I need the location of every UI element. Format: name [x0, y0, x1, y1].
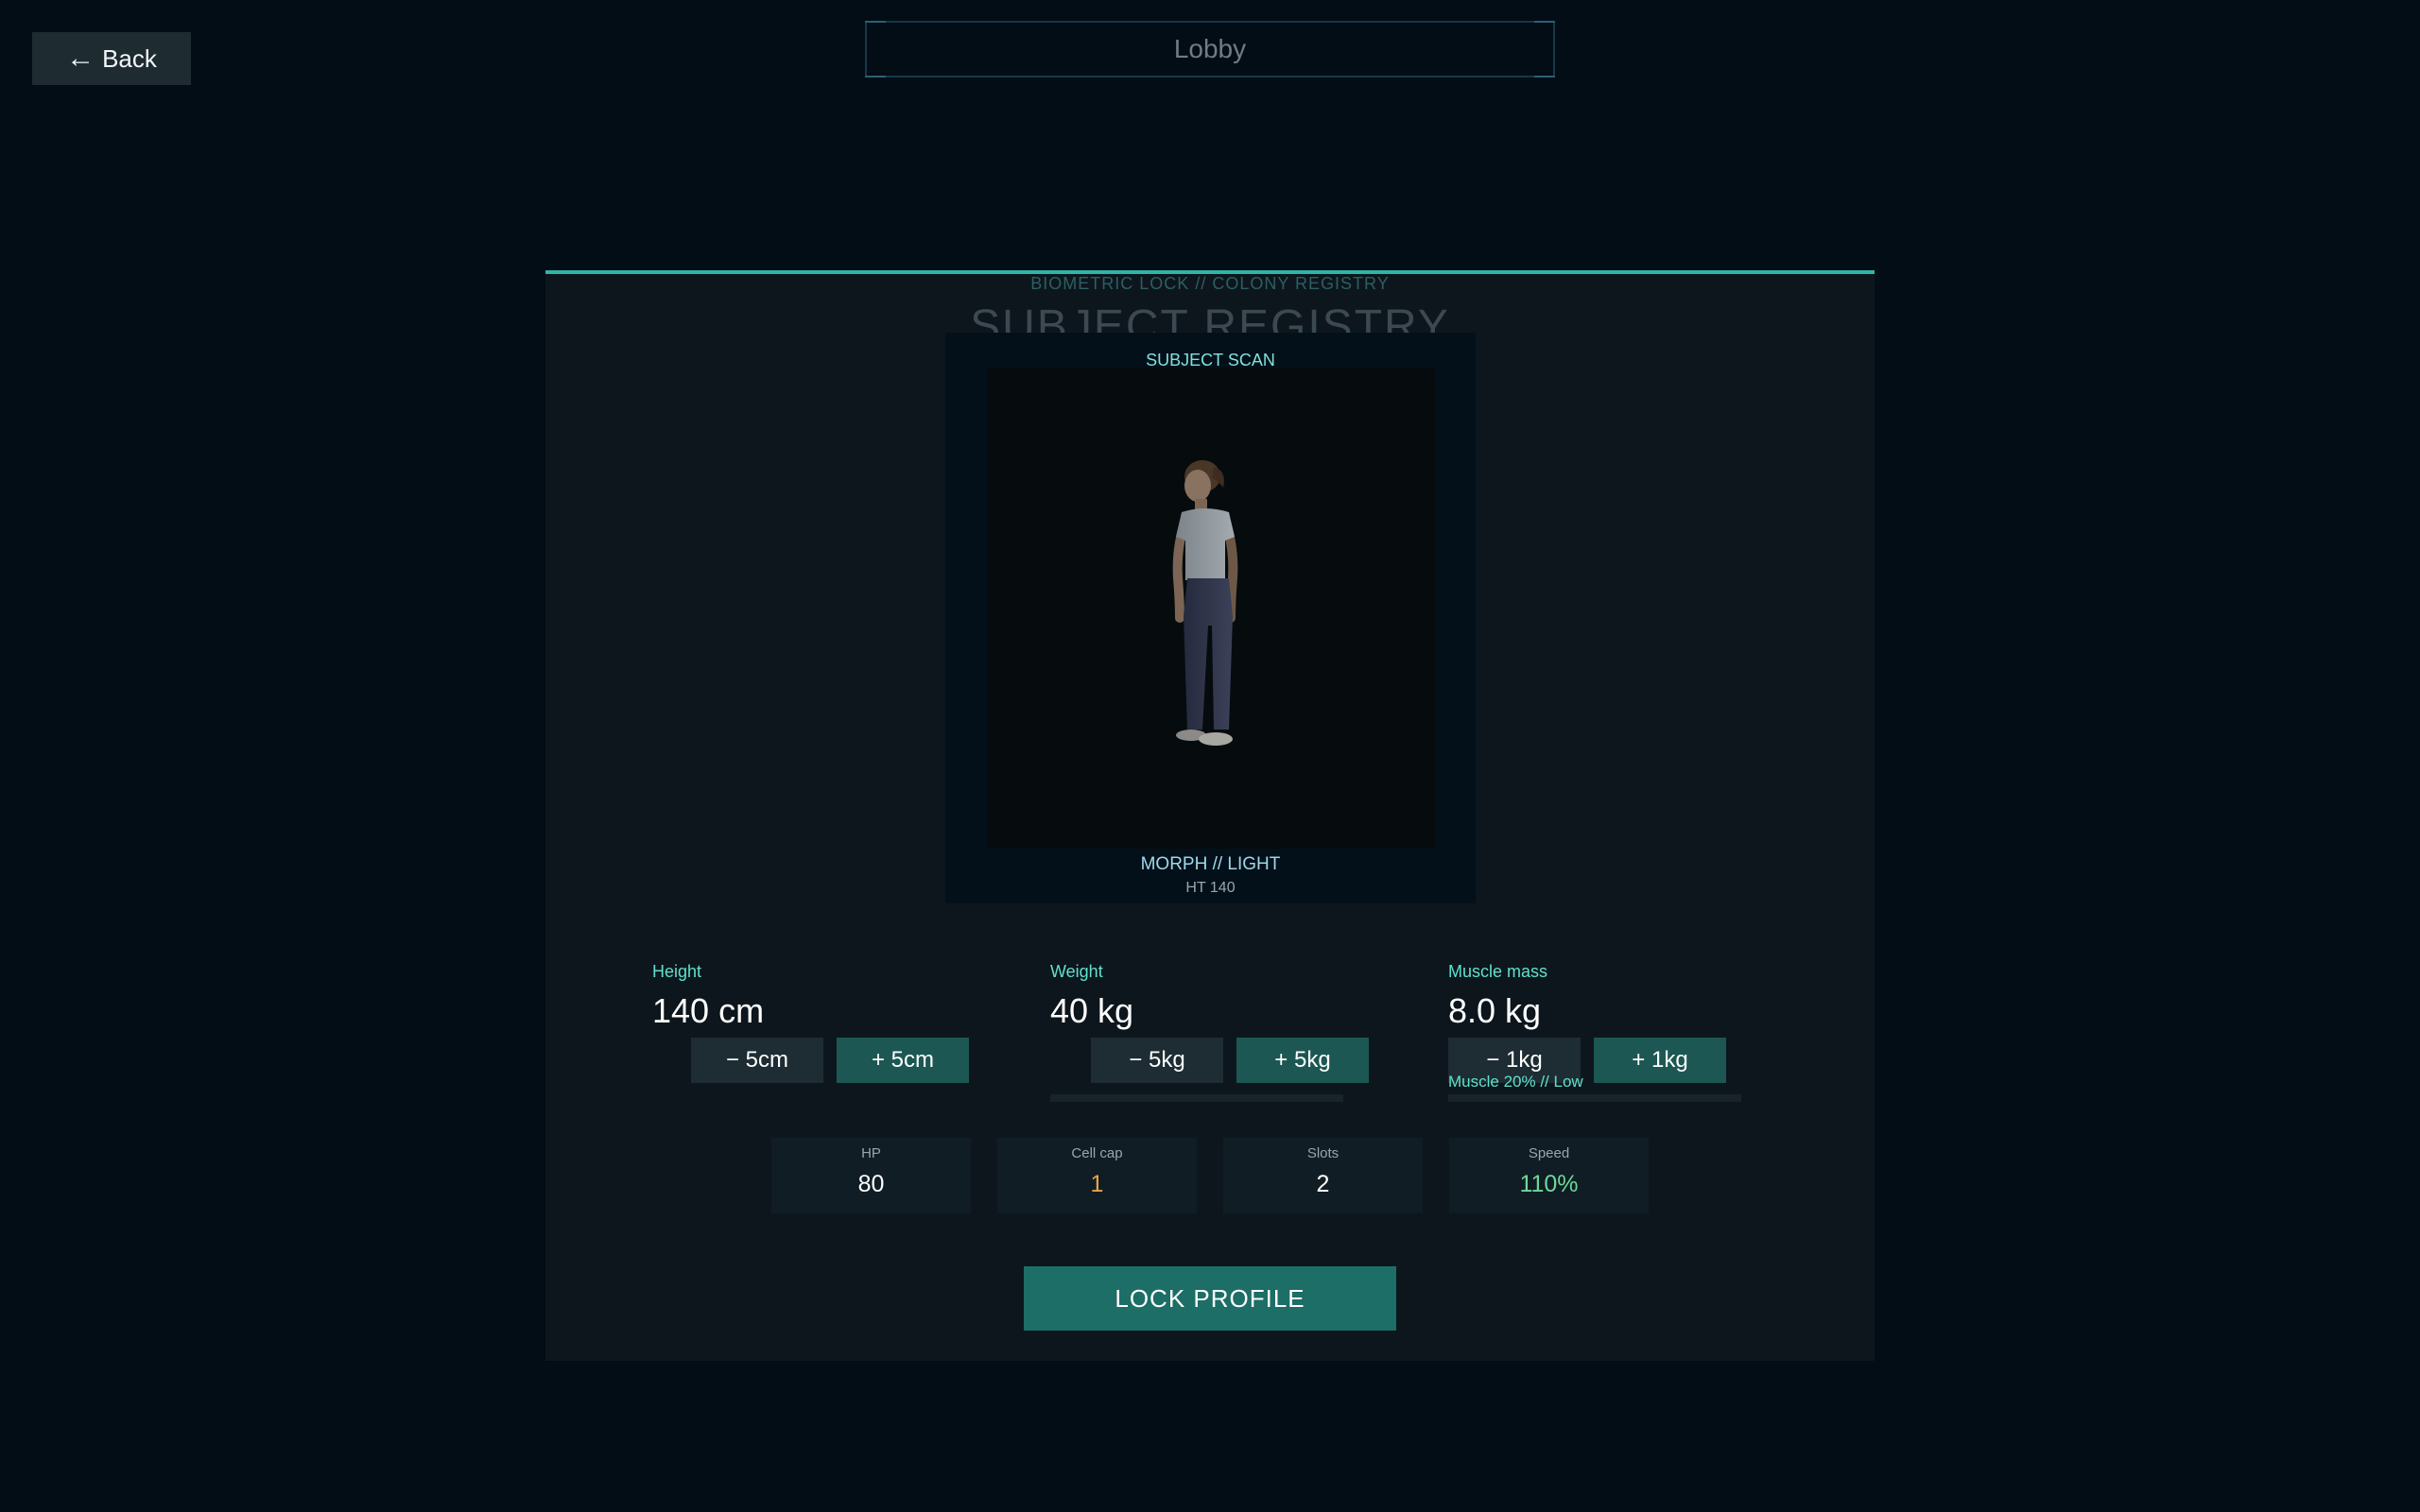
height-increase-button[interactable]: + 5cm — [837, 1038, 969, 1083]
muscle-increase-button[interactable]: + 1kg — [1594, 1038, 1726, 1083]
muscle-bar — [1448, 1094, 1741, 1102]
muscle-note: Muscle 20% // Low — [1448, 1073, 1583, 1091]
character-preview[interactable] — [987, 369, 1435, 849]
character-model — [1172, 460, 1238, 746]
weight-bar — [1050, 1094, 1343, 1102]
morph-label: MORPH // LIGHT — [1140, 854, 1281, 874]
height-tag: HT 140 — [1185, 880, 1236, 896]
stat-card-label: Cell cap — [1071, 1145, 1123, 1161]
back-button-label: Back — [102, 43, 157, 73]
height-label: Height — [652, 962, 702, 981]
weight-controls: − 5kg + 5kg — [1091, 1038, 1369, 1083]
panel-kicker: BIOMETRIC LOCK // COLONY REGISTRY — [1030, 274, 1390, 293]
registry-panel: BIOMETRIC LOCK // COLONY REGISTRY SUBJEC… — [545, 270, 1875, 1361]
subject-scan: SUBJECT SCAN MORPH // LIGHT HT 140 — [945, 333, 1476, 903]
muscle-value: 8.0 kg — [1448, 991, 1542, 1030]
stat-card-label: Slots — [1306, 1145, 1340, 1161]
weight-stat: Weight 40 kg − 5kg + 5kg — [1050, 962, 1372, 1102]
stat-card-value: 1 — [1090, 1171, 1104, 1197]
lobby-title-bar: Lobby — [865, 21, 1555, 77]
weight-value: 40 kg — [1050, 991, 1134, 1030]
stat-card-hp: HP 80 — [771, 1138, 971, 1213]
weight-label: Weight — [1050, 962, 1103, 981]
height-value: 140 cm — [652, 991, 765, 1030]
frame-corner — [865, 21, 886, 23]
stat-card-label: HP — [861, 1145, 881, 1161]
lock-profile-button[interactable]: LOCK PROFILE — [1024, 1266, 1396, 1331]
frame-corner — [1534, 21, 1555, 23]
weight-increase-button[interactable]: + 5kg — [1236, 1038, 1369, 1083]
derived-stats: HP 80 Cell cap 1 Slots 2 Speed 110% — [771, 1138, 1649, 1213]
muscle-label: Muscle mass — [1448, 962, 1548, 981]
stat-card-label: Speed — [1528, 1145, 1570, 1161]
muscle-stat: Muscle mass 8.0 kg − 1kg + 1kg Muscle 20… — [1448, 962, 1770, 1102]
stat-card-cell-cap: Cell cap 1 — [997, 1138, 1197, 1213]
stat-card-speed: Speed 110% — [1449, 1138, 1649, 1213]
left-arrow-icon: ← — [66, 43, 95, 74]
stat-card-slots: Slots 2 — [1223, 1138, 1423, 1213]
weight-decrease-button[interactable]: − 5kg — [1091, 1038, 1223, 1083]
stat-card-value: 110% — [1519, 1171, 1579, 1197]
frame-corner — [1534, 76, 1555, 77]
height-stat: Height 140 cm − 5cm + 5cm — [652, 962, 974, 1083]
back-button[interactable]: ← Back — [32, 32, 191, 85]
height-decrease-button[interactable]: − 5cm — [691, 1038, 823, 1083]
stat-card-value: 80 — [857, 1171, 885, 1197]
height-controls: − 5cm + 5cm — [691, 1038, 969, 1083]
stat-card-value: 2 — [1316, 1171, 1330, 1197]
scan-label: SUBJECT SCAN — [1146, 351, 1275, 369]
frame-corner — [865, 76, 886, 77]
page-title: Lobby — [1173, 34, 1247, 63]
